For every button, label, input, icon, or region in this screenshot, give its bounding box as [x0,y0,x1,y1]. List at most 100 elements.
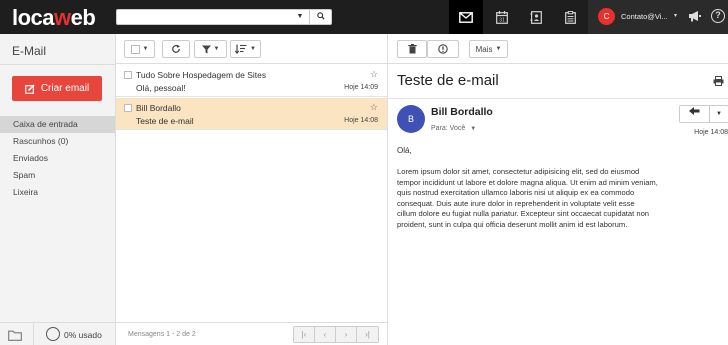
delete-button[interactable] [397,40,427,58]
chevron-down-icon: ▼ [495,46,502,52]
select-all-dropdown[interactable]: ▼ [124,40,155,58]
help-icon[interactable]: ? [711,9,725,23]
app-tasks-button[interactable] [553,0,587,34]
message-body: Lorem ipsum dolor sit amet, consectetur … [397,167,707,230]
sidebar-footer: 0% usado [0,322,116,345]
message-checkbox[interactable] [124,71,132,79]
app-mail-button[interactable] [449,0,483,34]
body-line: Lorem ipsum dolor sit amet, consectetur … [397,167,640,176]
sort-icon [235,44,247,54]
message-greeting: Olá, [397,146,412,155]
sender-avatar: B [397,105,425,133]
app-calendar-button[interactable]: 31 [485,0,519,34]
refresh-button[interactable] [162,40,190,58]
reply-button-group[interactable]: ▼ [679,105,728,123]
logo-text-left: loca [12,5,55,30]
user-menu-caret[interactable]: ▾ [674,12,677,19]
trash-icon [407,44,417,54]
reader-toolbar: Mais ▼ [388,34,728,64]
recipient-label: Para: Você [431,125,466,132]
message-date: Hoje 14:08 [694,129,728,136]
folder-sent[interactable]: Enviados [0,150,115,167]
body-line: cillum dolore eu fugiat nulla pariatur. … [397,209,650,218]
sort-dropdown[interactable]: ▼ [230,40,261,58]
folder-spam[interactable]: Spam [0,167,115,184]
chevron-down-icon: ▼ [470,126,477,132]
folder-drafts[interactable]: Rascunhos (0) [0,133,115,150]
logo-text-accent: w [54,5,71,30]
reply-button[interactable] [680,106,710,122]
reading-pane: Mais ▼ Teste de e-mail B Bill Bordallo P… [388,34,728,345]
sidebar-divider [0,64,116,65]
reply-options-chevron-icon[interactable]: ▼ [710,106,728,122]
search-options-chevron-icon[interactable]: ▼ [293,11,307,23]
storage-usage: 0% usado [64,330,102,340]
refresh-icon [172,44,180,53]
chevron-down-icon: ▼ [213,46,220,52]
message-date: Hoje 14:09 [344,84,378,91]
search-input[interactable] [119,11,289,23]
app-contacts-button[interactable] [519,0,553,34]
folder-icon[interactable] [8,330,22,343]
message-date: Hoje 14:08 [344,117,378,124]
create-email-button[interactable]: Criar email [12,76,102,101]
pagination-info: Mensagens 1 - 2 de 2 [128,331,196,338]
message-sender: Bill Bordallo [136,103,181,113]
compose-icon [24,83,35,94]
top-bar: locaweb ▼ 31 C Contato@Vi... ▾ ? [0,0,728,34]
sender-name: Bill Bordallo [431,106,493,118]
folder-trash[interactable]: Lixeira [0,184,115,201]
message-subject: Teste de e-mail [136,116,194,126]
megaphone-icon[interactable] [688,10,701,24]
sidebar-title: E-Mail [12,44,47,58]
last-page-button[interactable]: ›| [357,327,378,342]
body-line: quis nostrud exercitation ullamco labori… [397,188,635,197]
logo-text-right: eb [70,5,96,30]
select-all-checkbox[interactable] [130,44,140,54]
body-line: tempor incididunt ut labore et dolore ma… [397,177,658,187]
list-footer: Mensagens 1 - 2 de 2 |‹ ‹ › ›| [116,322,387,345]
message-title: Teste de e-mail [397,72,499,89]
star-icon[interactable]: ☆ [370,102,378,113]
alert-icon [438,44,448,54]
user-avatar[interactable]: C [598,8,615,25]
message-checkbox[interactable] [124,104,132,112]
contacts-icon [530,10,542,24]
filter-dropdown[interactable]: ▼ [194,40,227,58]
more-dropdown[interactable]: Mais ▼ [469,40,508,58]
list-toolbar: ▼ ▼ ▼ [116,34,387,64]
pagination: |‹ ‹ › ›| [293,326,379,343]
create-email-label: Criar email [40,83,90,94]
filter-icon [201,45,211,53]
first-page-button[interactable]: |‹ [294,327,315,342]
message-row-selected[interactable]: Bill Bordallo Teste de e-mail ☆ Hoje 14:… [116,98,387,130]
user-name[interactable]: Contato@Vi... [621,12,668,21]
tasks-icon [564,10,576,24]
more-label: Mais [475,44,493,54]
print-icon[interactable] [713,76,724,88]
folder-inbox[interactable]: Caixa de entrada [0,116,115,133]
chevron-down-icon: ▼ [142,46,149,52]
message-list-pane: ▼ ▼ ▼ Tudo Sobre Hospedagem de Sites Olá… [116,34,388,345]
body-line: proident, sunt in culpa qui officia dese… [397,219,628,229]
star-icon[interactable]: ☆ [370,69,378,80]
message-row[interactable]: Tudo Sobre Hospedagem de Sites Olá, pess… [116,65,387,97]
reply-icon [689,107,700,115]
chevron-down-icon: ▼ [250,46,256,52]
search-icon [316,12,325,20]
mark-spam-button[interactable] [427,40,459,58]
search-button[interactable] [309,10,331,24]
header-divider [388,98,728,99]
message-sender: Tudo Sobre Hospedagem de Sites [136,70,267,80]
recipient-toggle[interactable]: Para: Você ▼ [431,125,476,132]
next-page-button[interactable]: › [336,327,357,342]
search-box[interactable]: ▼ [116,9,332,25]
prev-page-button[interactable]: ‹ [315,327,336,342]
sidebar: E-Mail Criar email Caixa de entrada Rasc… [0,34,116,345]
calendar-icon: 31 [496,10,508,24]
message-subject: Olá, pessoal! [136,83,186,93]
usage-indicator-icon [46,327,60,341]
user-menu[interactable]: C Contato@Vi... ▾ ? [588,0,728,34]
locaweb-logo[interactable]: locaweb [12,5,96,31]
envelope-icon [459,11,473,23]
